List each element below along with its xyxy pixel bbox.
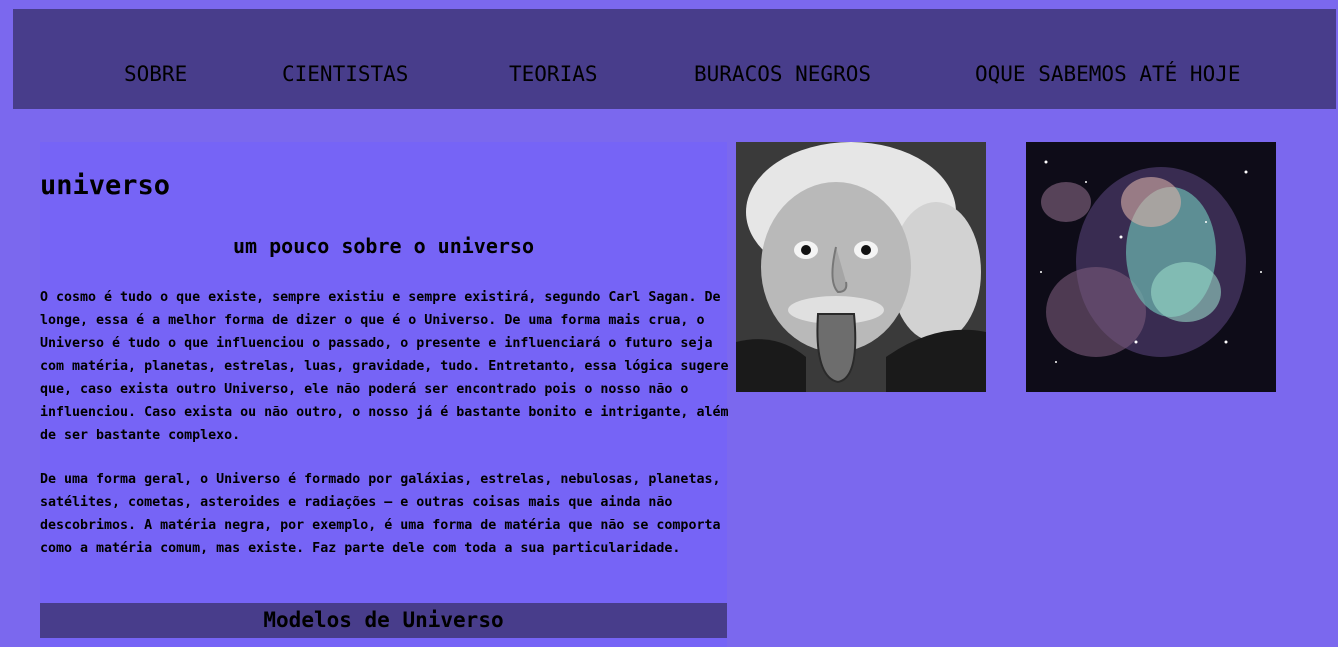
nebula-photo xyxy=(1026,142,1276,392)
nav-item-cientistas[interactable]: CIENTISTAS xyxy=(282,62,408,86)
nebula-illustration xyxy=(1026,142,1276,392)
einstein-photo xyxy=(736,142,986,392)
nav-item-buracos-negros[interactable]: BURACOS NEGROS xyxy=(694,62,871,86)
einstein-illustration xyxy=(736,142,986,392)
nav-item-sobre[interactable]: SOBRE xyxy=(124,62,187,86)
nav-item-teorias[interactable]: TEORIAS xyxy=(509,62,598,86)
top-navbar: SOBRE CIENTISTAS TEORIAS BURACOS NEGROS … xyxy=(13,9,1336,109)
section-heading-modelos: Modelos de Universo xyxy=(40,603,727,638)
intro-paragraph: O cosmo é tudo o que existe, sempre exis… xyxy=(40,290,729,443)
page-title: universo xyxy=(40,170,171,201)
nav-item-oque-sabemos[interactable]: OQUE SABEMOS ATÉ HOJE xyxy=(975,62,1241,86)
main-content: universo um pouco sobre o universo O cos… xyxy=(40,142,729,647)
composition-paragraph: De uma forma geral, o Universo é formado… xyxy=(40,472,721,556)
page-subtitle: um pouco sobre o universo xyxy=(232,234,535,258)
